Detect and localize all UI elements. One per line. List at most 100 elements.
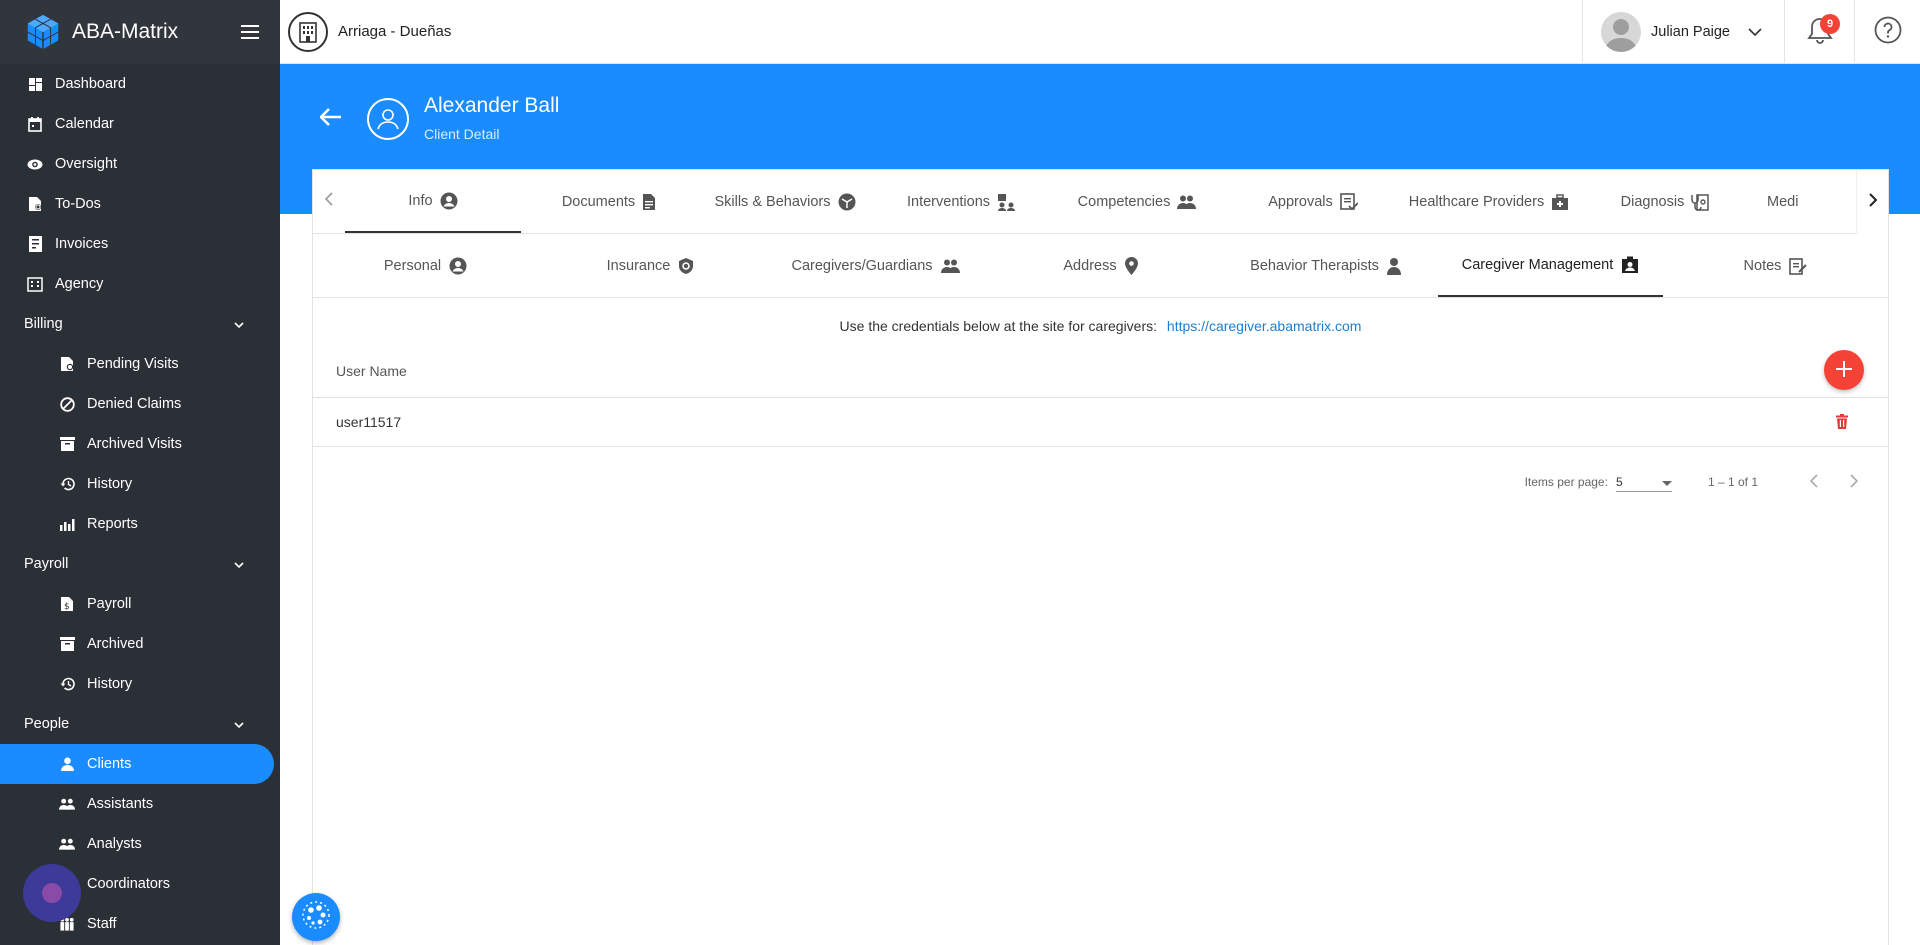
add-caregiver-button[interactable] [1824,350,1864,390]
location-icon [1124,256,1138,275]
notifications-button[interactable]: 9 [1784,0,1854,64]
plus-icon [1835,360,1853,381]
caregiver-site-link[interactable]: https://caregiver.abamatrix.com [1167,318,1362,334]
chevron-down-icon [234,316,244,332]
sidebar-section-payroll[interactable]: Payroll [0,544,280,584]
help-icon [1874,16,1902,49]
tab-behavior-therapists[interactable]: Behavior Therapists [1213,234,1438,297]
pending-icon [59,356,75,372]
tab-caregiver-management[interactable]: Caregiver Management [1438,234,1663,297]
tab-label: Medi [1767,193,1799,210]
chevron-down-icon [234,556,244,572]
floating-action-button[interactable] [23,864,81,922]
history-icon [59,476,75,492]
section-label: Payroll [24,556,69,572]
tab-competencies[interactable]: Competencies [1049,170,1225,233]
shield-icon [678,257,694,275]
help-button[interactable] [1854,0,1920,64]
tab-label: Insurance [606,257,671,274]
sidebar-item-to-dos[interactable]: To-Dos [0,184,280,224]
sidebar-item-label: To-Dos [55,196,101,212]
group-icon [940,259,960,273]
sidebar-item-label: Archived Visits [87,436,182,452]
sidebar-item-agency[interactable]: Agency [0,264,280,304]
approval-icon [1339,192,1358,211]
group-icon [59,836,75,852]
sidebar-item-archived[interactable]: Archived [0,624,280,664]
client-detail-card: Info Documents Skills & Behaviors Interv… [312,169,1889,945]
settings-fab-button[interactable] [292,893,340,941]
sidebar-item-label: Oversight [55,156,118,172]
sidebar-item-assistants[interactable]: Assistants [0,784,280,824]
sidebar-section-billing[interactable]: Billing [0,304,280,344]
tab-healthcare-providers[interactable]: Healthcare Providers [1401,170,1577,233]
sidebar-item-payroll[interactable]: $ Payroll [0,584,280,624]
client-subtitle: Client Detail [424,126,500,142]
invoice-icon [27,236,43,252]
app-name: ABA-Matrix [72,20,179,43]
sidebar-item-oversight[interactable]: Oversight [0,144,280,184]
dropdown-arrow-icon [1661,475,1672,489]
tab-caregivers-guardians[interactable]: Caregivers/Guardians [763,234,988,297]
chevron-down-icon [234,716,244,732]
tab-approvals[interactable]: Approvals [1225,170,1401,233]
sidebar-item-pending-visits[interactable]: Pending Visits [0,344,280,384]
tab-label: Info [408,192,433,209]
tab-notes[interactable]: Notes [1663,234,1888,297]
sidebar-item-label: Invoices [55,236,109,252]
notes-icon [1789,257,1808,275]
sidebar-item-invoices[interactable]: Invoices [0,224,280,264]
sidebar-item-label: Staff [87,916,117,932]
tab-scroll-right-button[interactable] [1856,170,1888,234]
sidebar-item-dashboard[interactable]: Dashboard [0,64,280,104]
tab-medications[interactable]: Medi [1753,170,1833,233]
header-actions: Julian Paige 9 [1582,0,1920,64]
reports-icon [59,516,75,532]
sidebar-item-history[interactable]: History [0,464,280,504]
hamburger-menu-icon[interactable] [220,0,280,64]
items-per-page-label: Items per page: [1524,475,1608,489]
delete-icon[interactable] [1836,414,1848,432]
sidebar-item-reports[interactable]: Reports [0,504,280,544]
group-icon [59,796,75,812]
sidebar-section-people[interactable]: People [0,704,280,744]
tab-label: Caregiver Management [1461,256,1614,273]
tab-diagnosis[interactable]: Diagnosis [1577,170,1753,233]
chevron-right-icon [1850,473,1859,491]
tab-personal[interactable]: Personal [313,234,538,297]
credentials-instructions: Use the credentials below at the site fo… [313,318,1888,338]
sidebar-item-label: History [87,476,133,492]
tab-insurance[interactable]: Insurance [538,234,763,297]
client-name: Alexander Ball [424,94,560,117]
tab-interventions[interactable]: Interventions [873,170,1049,233]
tab-documents[interactable]: Documents [521,170,697,233]
tab-skills-behaviors[interactable]: Skills & Behaviors [697,170,873,233]
items-per-page-select[interactable]: 5 [1615,472,1672,492]
next-page-button[interactable] [1834,462,1874,502]
chevron-left-icon [324,192,333,211]
avatar [1601,12,1641,52]
svg-text:$: $ [64,602,70,612]
tab-scroll-left-button[interactable] [313,170,345,233]
sidebar-item-payroll-history[interactable]: History [0,664,280,704]
chevron-down-icon [1748,23,1762,41]
sidebar-nav: Dashboard Calendar Oversight To-Dos Invo… [0,64,280,944]
sidebar-item-denied-claims[interactable]: Denied Claims [0,384,280,424]
sidebar-item-clients[interactable]: Clients [0,744,274,784]
back-arrow-icon[interactable] [319,108,342,131]
tab-label: Interventions [906,193,991,210]
denied-icon [59,396,75,412]
main-tab-bar: Info Documents Skills & Behaviors Interv… [313,170,1888,234]
sidebar-item-archived-visits[interactable]: Archived Visits [0,424,280,464]
sidebar-item-analysts[interactable]: Analysts [0,824,280,864]
tab-label: Diagnosis [1620,193,1685,210]
tab-label: Approvals [1268,193,1333,210]
instruction-text: Use the credentials below at the site fo… [839,318,1158,334]
tab-label: Notes [1743,257,1782,274]
history-icon [59,676,75,692]
sidebar-item-calendar[interactable]: Calendar [0,104,280,144]
previous-page-button[interactable] [1794,462,1834,502]
tab-address[interactable]: Address [988,234,1213,297]
user-menu[interactable]: Julian Paige [1582,0,1784,64]
tab-info[interactable]: Info [345,170,521,233]
